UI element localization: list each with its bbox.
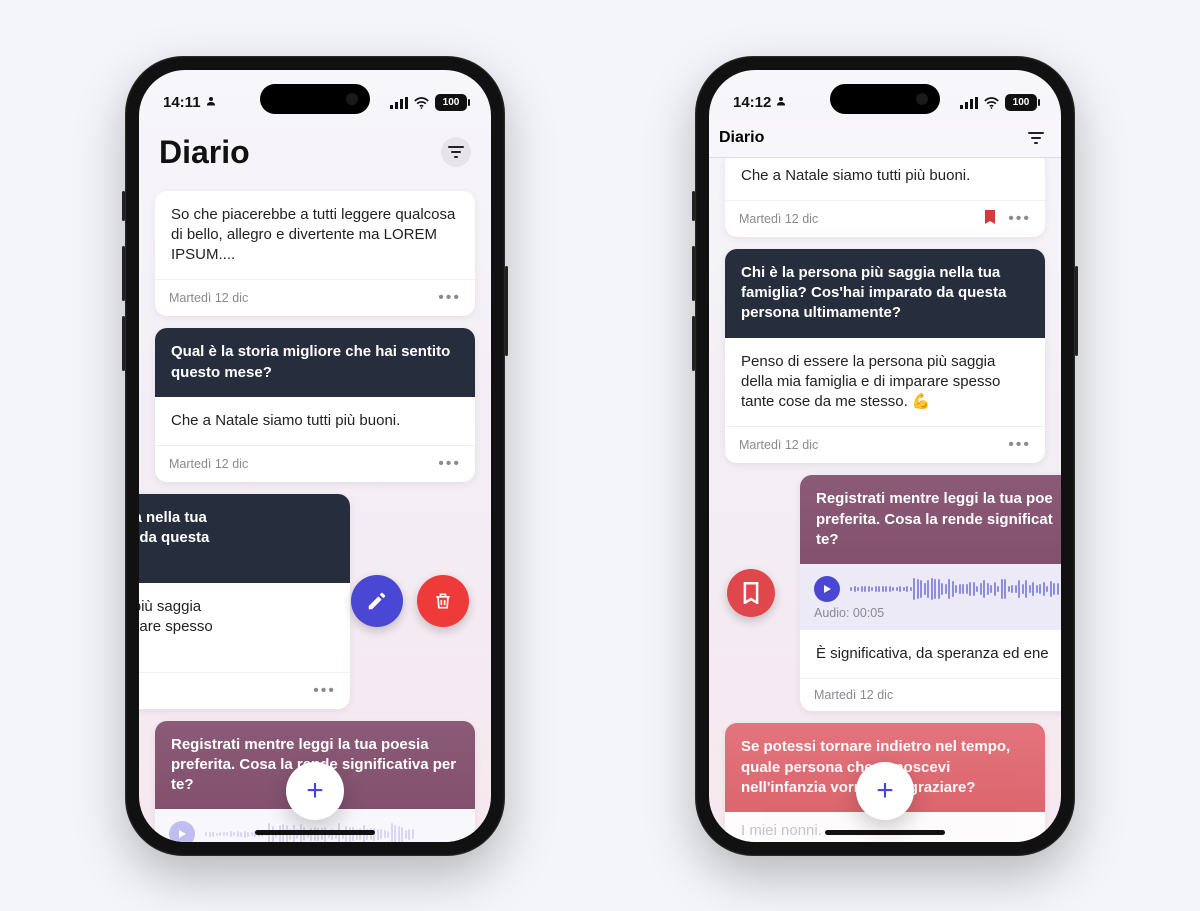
screen: 14:11 100 Diario (139, 70, 491, 842)
entry-body: È significativa, da speranza ed ene (800, 630, 1061, 678)
delete-button[interactable] (417, 575, 469, 627)
entry-footer: Martedì 12 dic ••• (725, 426, 1045, 463)
plus-icon: + (876, 774, 894, 808)
cellular-signal-icon (960, 97, 978, 109)
entry-body: Che a Natale siamo tutti più buoni. (155, 397, 475, 445)
battery-icon: 100 (435, 94, 467, 111)
diary-entry[interactable]: So che piacerebbe a tutti leggere qualco… (155, 191, 475, 317)
entry-prompt: Registrati mentre leggi la tua poe prefe… (800, 475, 1061, 564)
scroll-area[interactable]: Che a Natale siamo tutti più buoni. Mart… (709, 158, 1061, 842)
entry-footer: Martedì 12 dic ••• (155, 279, 475, 316)
diary-entry[interactable]: Chi è la persona più saggia nella tua fa… (725, 249, 1045, 464)
entry-footer: Martedì 12 dic ••• (155, 445, 475, 482)
phone-mock-a: 14:11 100 Diario (125, 56, 505, 856)
side-button (122, 246, 125, 301)
side-button (505, 266, 508, 356)
entry-footer: ••• (139, 672, 350, 709)
side-button (692, 191, 695, 221)
side-button (692, 316, 695, 371)
dynamic-island (830, 84, 940, 114)
entry-date: Martedì 12 dic (169, 291, 248, 305)
filter-button[interactable] (1021, 123, 1051, 153)
dynamic-island (260, 84, 370, 114)
entry-prompt: Chi è la persona più saggia nella tua fa… (725, 249, 1045, 338)
status-time: 14:12 (733, 94, 771, 111)
entry-body: So che piacerebbe a tutti leggere qualco… (155, 191, 475, 280)
side-button (122, 191, 125, 221)
audio-duration: Audio: 00:05 (800, 606, 1061, 630)
page-title: Diario (719, 129, 764, 147)
status-time: 14:11 (163, 94, 201, 111)
more-button[interactable]: ••• (1008, 210, 1031, 228)
trash-icon (433, 590, 453, 612)
add-entry-fab[interactable]: + (856, 762, 914, 820)
more-button[interactable]: ••• (1008, 436, 1031, 454)
side-button (692, 246, 695, 301)
play-button[interactable] (814, 576, 840, 602)
entry-body: e la persona più saggia glia e di impara… (139, 583, 350, 672)
play-icon (822, 584, 832, 594)
diary-entry-swiped[interactable]: na più saggia nella tua hai imparato da … (155, 494, 475, 709)
entry-date: Martedì 12 dic (814, 688, 893, 702)
battery-icon: 100 (1005, 94, 1037, 111)
play-button[interactable] (169, 821, 195, 841)
entry-prompt: na più saggia nella tua hai imparato da … (139, 494, 350, 583)
entry-footer: Martedì 12 dic ••• (725, 200, 1045, 237)
home-indicator[interactable] (825, 830, 945, 835)
audio-player (800, 564, 1061, 606)
phone-mock-b: 14:12 100 Diario (695, 56, 1075, 856)
bookmark-icon (741, 582, 761, 604)
page-title-row: Diario (153, 120, 477, 179)
diary-entry[interactable]: Che a Natale siamo tutti più buoni. Mart… (725, 158, 1045, 237)
bookmark-button[interactable] (727, 569, 775, 617)
entry-date: Martedì 12 dic (169, 457, 248, 471)
waveform[interactable] (850, 576, 1061, 602)
filter-icon (1028, 132, 1044, 144)
wifi-icon (413, 97, 430, 109)
filter-button[interactable] (441, 137, 471, 167)
add-entry-fab[interactable]: + (286, 762, 344, 820)
more-button[interactable]: ••• (438, 289, 461, 307)
profile-indicator-icon (775, 95, 787, 110)
side-button (1075, 266, 1078, 356)
swipe-actions (351, 575, 469, 627)
entry-date: Martedì 12 dic (739, 212, 818, 226)
more-button[interactable]: ••• (438, 455, 461, 473)
pencil-icon (366, 590, 388, 612)
cellular-signal-icon (390, 97, 408, 109)
entry-body: Che a Natale siamo tutti più buoni. (725, 158, 1045, 200)
scroll-area[interactable]: Diario So che piacerebbe a tutti leggere… (139, 120, 491, 842)
inline-title-bar: Diario (709, 120, 1061, 158)
home-indicator[interactable] (255, 830, 375, 835)
more-button[interactable]: ••• (313, 682, 336, 700)
screen: 14:12 100 Diario (709, 70, 1061, 842)
page-title: Diario (159, 134, 250, 171)
side-button (122, 316, 125, 371)
entry-body: Penso di essere la persona più saggia de… (725, 338, 1045, 427)
entry-footer: Martedì 12 dic (800, 678, 1061, 711)
diary-entry[interactable]: Qual è la storia migliore che hai sentit… (155, 328, 475, 482)
profile-indicator-icon (205, 95, 217, 110)
entry-date: Martedì 12 dic (739, 438, 818, 452)
edit-button[interactable] (351, 575, 403, 627)
plus-icon: + (306, 774, 324, 808)
play-icon (177, 829, 187, 839)
wifi-icon (983, 97, 1000, 109)
filter-icon (448, 146, 464, 158)
diary-entry-swiped[interactable]: Registrati mentre leggi la tua poe prefe… (725, 475, 1045, 711)
bookmark-icon (984, 210, 996, 227)
entry-prompt: Qual è la storia migliore che hai sentit… (155, 328, 475, 397)
